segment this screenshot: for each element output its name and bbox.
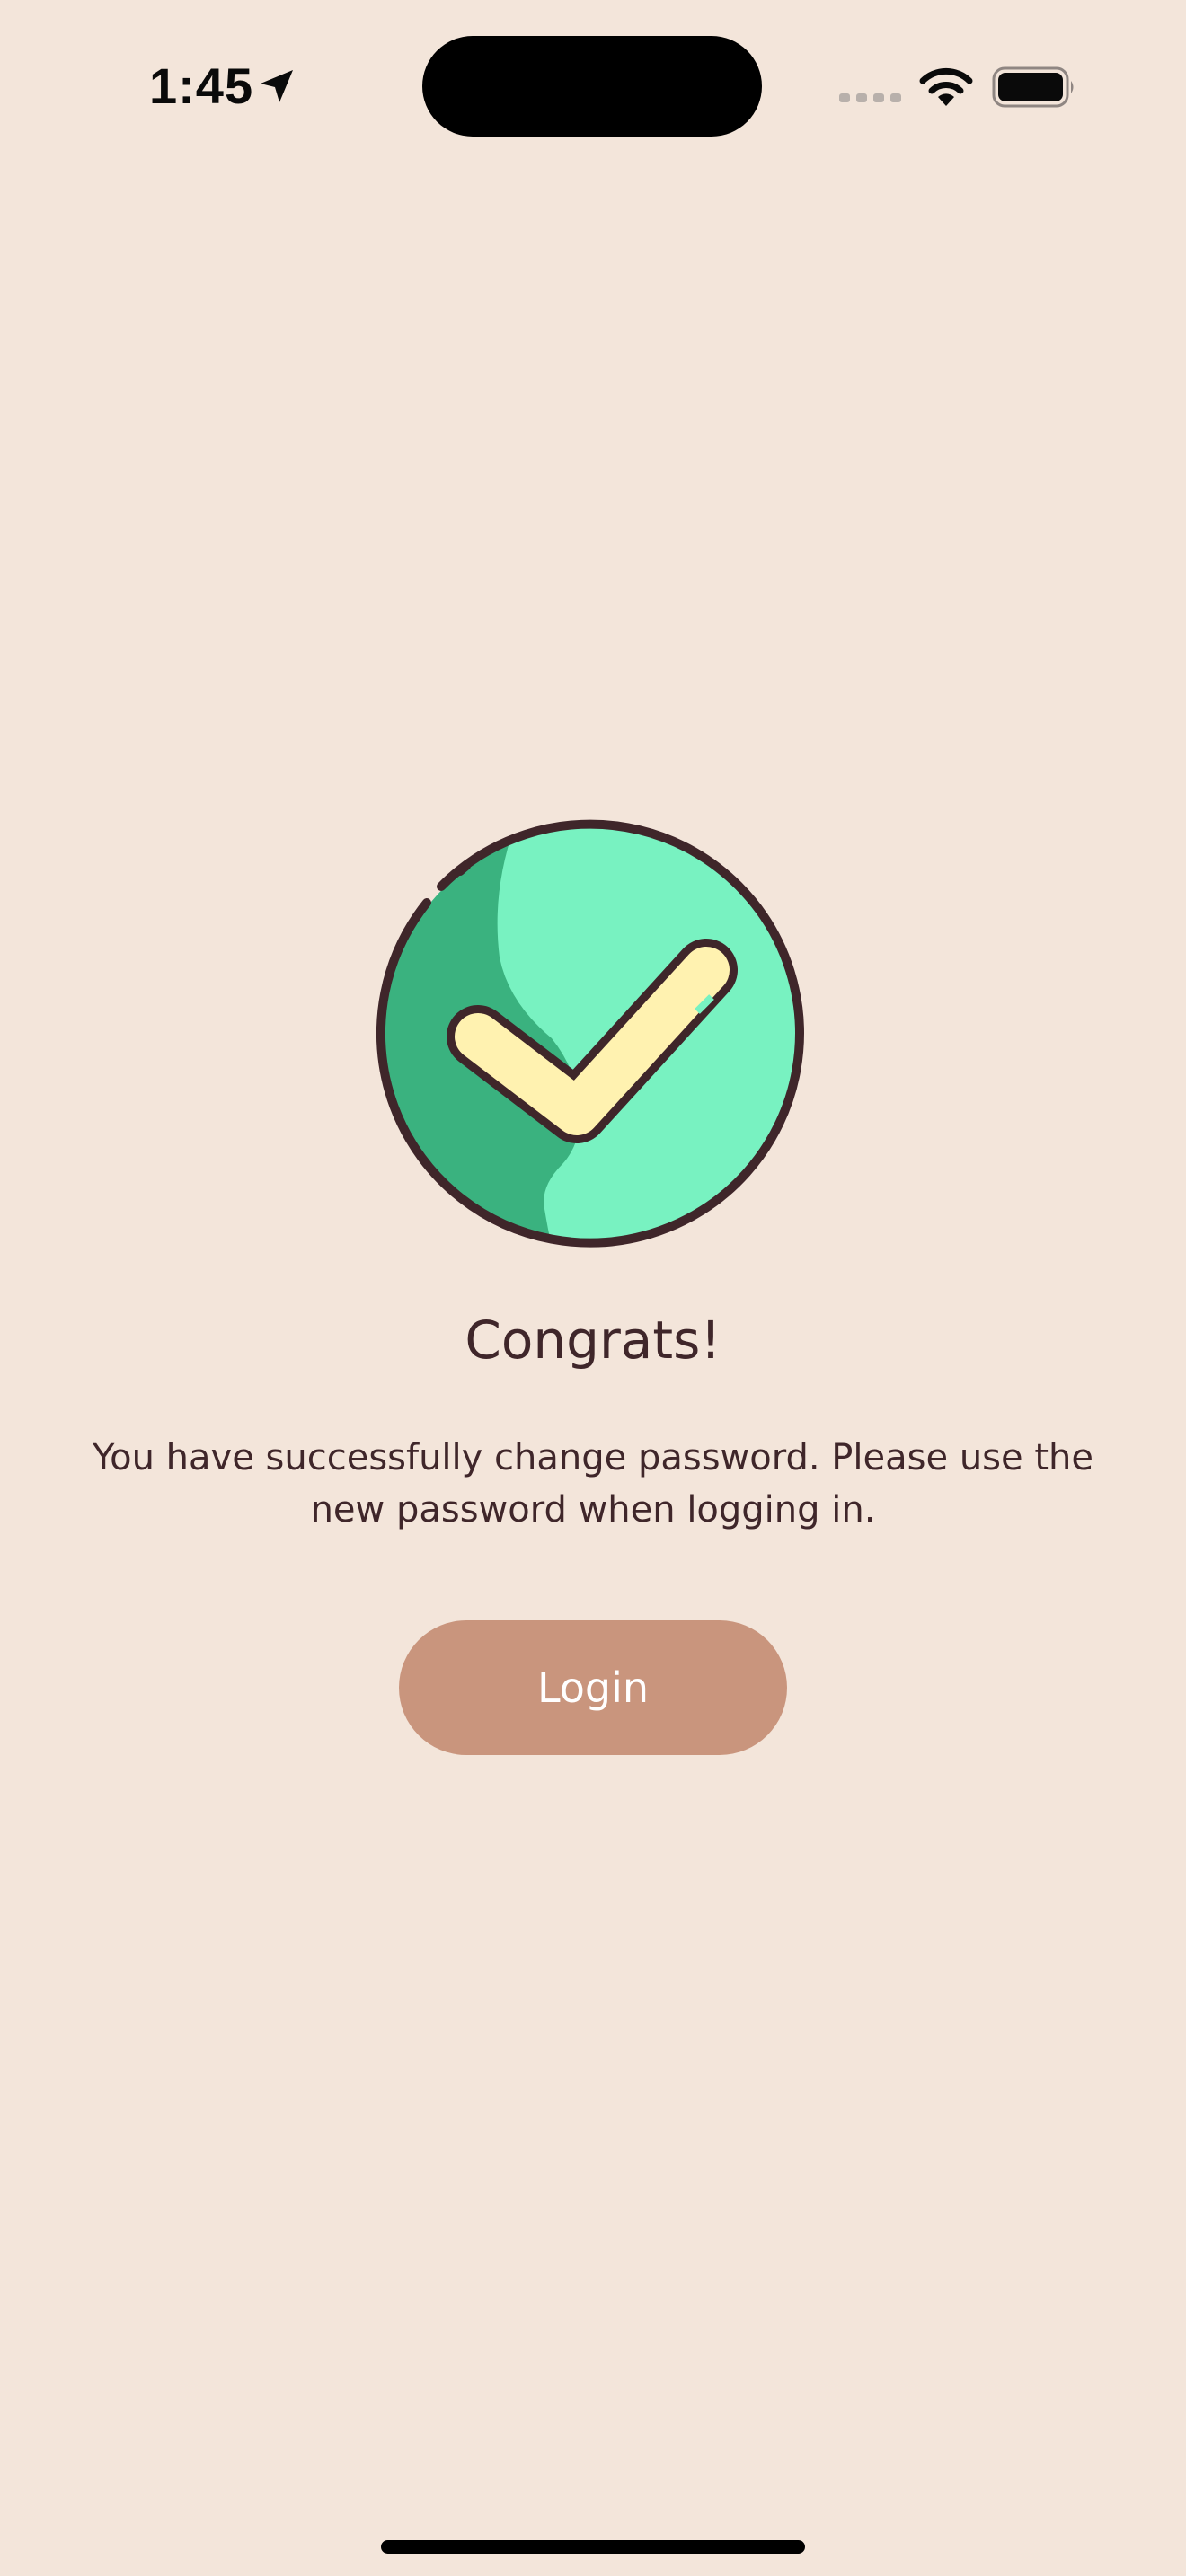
- wifi-icon: [919, 67, 973, 106]
- page-title: Congrats!: [465, 1310, 721, 1371]
- login-button[interactable]: Login: [399, 1620, 787, 1755]
- location-arrow-icon: [261, 70, 293, 102]
- success-message: You have successfully change password. P…: [93, 1437, 1093, 1531]
- dynamic-island: [422, 36, 762, 137]
- checkmark-circle-icon: [376, 819, 804, 1248]
- status-time: 1:45: [149, 57, 254, 114]
- cellular-signal-icon: [839, 93, 901, 102]
- battery-icon: [992, 66, 1074, 108]
- home-indicator[interactable]: [381, 2540, 805, 2554]
